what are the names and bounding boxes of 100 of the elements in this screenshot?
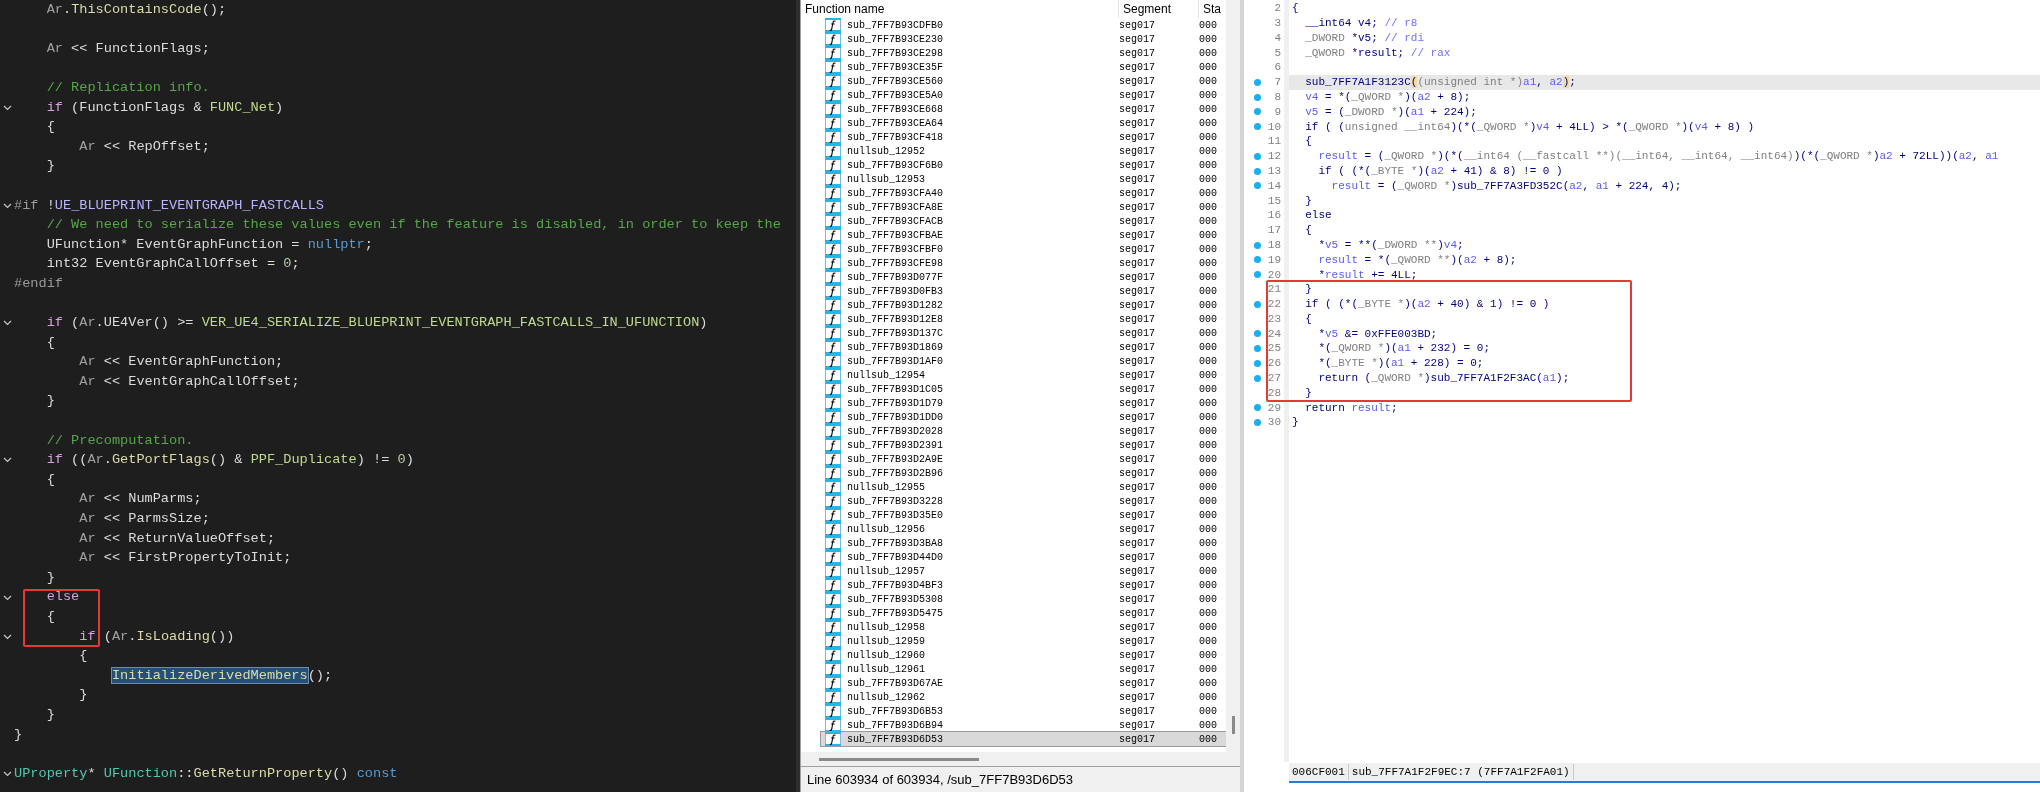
- fold-icon[interactable]: [2, 104, 12, 111]
- function-row[interactable]: sub_7FF7B93CF6B0 seg017 000: [821, 158, 1226, 172]
- function-row[interactable]: sub_7FF7B93D6B94 seg017 000: [821, 718, 1226, 732]
- line-number: 3: [1274, 15, 1281, 31]
- function-row[interactable]: sub_7FF7B93CE668 seg017 000: [821, 102, 1226, 116]
- function-row[interactable]: sub_7FF7B93D0FB3 seg017 000: [821, 284, 1226, 298]
- start-cell-text: 000: [1199, 648, 1217, 663]
- function-row[interactable]: sub_7FF7B93CE298 seg017 000: [821, 46, 1226, 60]
- function-icon: [825, 480, 841, 494]
- function-row[interactable]: sub_7FF7B93D1D79 seg017 000: [821, 396, 1226, 410]
- function-row[interactable]: sub_7FF7B93D12E8 seg017 000: [821, 312, 1226, 326]
- function-row[interactable]: sub_7FF7B93D1C05 seg017 000: [821, 382, 1226, 396]
- function-row[interactable]: sub_7FF7B93CE35F seg017 000: [821, 60, 1226, 74]
- function-row[interactable]: sub_7FF7B93D1869 seg017 000: [821, 340, 1226, 354]
- function-row[interactable]: nullsub_12959 seg017 000: [821, 634, 1226, 648]
- function-row[interactable]: sub_7FF7B93CFACB seg017 000: [821, 214, 1226, 228]
- function-row[interactable]: sub_7FF7B93CEA64 seg017 000: [821, 116, 1226, 130]
- function-row[interactable]: sub_7FF7B93D6B53 seg017 000: [821, 704, 1226, 718]
- line-number: 4: [1274, 30, 1281, 46]
- function-name: sub_7FF7B93D0FB3: [847, 284, 944, 299]
- code-line: }: [46, 392, 55, 411]
- function-name: sub_7FF7B93CE298: [847, 46, 944, 61]
- function-row[interactable]: sub_7FF7B93D5308 seg017 000: [821, 592, 1226, 606]
- function-row[interactable]: sub_7FF7B93D1AF0 seg017 000: [821, 354, 1226, 368]
- function-row[interactable]: sub_7FF7B93D1DD0 seg017 000: [821, 410, 1226, 424]
- function-row[interactable]: sub_7FF7B93CFBF0 seg017 000: [821, 242, 1226, 256]
- function-row[interactable]: sub_7FF7B93D077F seg017 000: [821, 270, 1226, 284]
- function-row[interactable]: sub_7FF7B93D6D53 seg017 000: [821, 732, 1226, 746]
- function-row[interactable]: nullsub_12953 seg017 000: [821, 172, 1226, 186]
- code-line: {: [79, 647, 88, 666]
- code-line: {: [1292, 1, 1299, 17]
- horizontal-scrollbar[interactable]: [801, 752, 1240, 766]
- function-row[interactable]: sub_7FF7B93D3228 seg017 000: [821, 494, 1226, 508]
- code-line: if ((Ar.GetPortFlags() & PPF_Duplicate) != 0): [46, 451, 414, 470]
- function-icon: [825, 186, 841, 200]
- segment-cell-text: seg017: [1119, 88, 1156, 103]
- line-number: 9: [1274, 104, 1281, 120]
- function-row[interactable]: sub_7FF7B93CE5A0 seg017 000: [821, 88, 1226, 102]
- function-row[interactable]: nullsub_12957 seg017 000: [821, 564, 1226, 578]
- fold-icon[interactable]: [2, 633, 12, 640]
- vertical-scrollbar[interactable]: [1226, 0, 1240, 752]
- scroll-thumb[interactable]: [1231, 716, 1235, 734]
- function-row[interactable]: sub_7FF7B93CFBAE seg017 000: [821, 228, 1226, 242]
- function-row[interactable]: sub_7FF7B93D67AE seg017 000: [821, 676, 1226, 690]
- function-name: nullsub_12956: [847, 522, 926, 537]
- function-icon: [825, 144, 841, 158]
- fold-icon[interactable]: [2, 594, 12, 601]
- function-row[interactable]: sub_7FF7B93D2B96 seg017 000: [821, 466, 1226, 480]
- segment-cell-text: seg017: [1119, 326, 1156, 341]
- fold-icon[interactable]: [2, 770, 12, 777]
- segment-cell-text: seg017: [1119, 606, 1156, 621]
- function-row[interactable]: sub_7FF7B93CFA40 seg017 000: [821, 186, 1226, 200]
- function-row[interactable]: nullsub_12954 seg017 000: [821, 368, 1226, 382]
- function-row[interactable]: nullsub_12955 seg017 000: [821, 480, 1226, 494]
- function-row[interactable]: sub_7FF7B93CE560 seg017 000: [821, 74, 1226, 88]
- function-icon: [825, 88, 841, 102]
- line-number: 30: [1267, 415, 1281, 431]
- code-line: Ar << EventGraphCallOffset;: [79, 372, 300, 391]
- function-row[interactable]: sub_7FF7B93D4BF3 seg017 000: [821, 578, 1226, 592]
- function-row[interactable]: sub_7FF7B93CFA8E seg017 000: [821, 200, 1226, 214]
- function-row[interactable]: nullsub_12958 seg017 000: [821, 620, 1226, 634]
- function-row[interactable]: nullsub_12962 seg017 000: [821, 690, 1226, 704]
- function-icon: [825, 732, 841, 746]
- function-row[interactable]: nullsub_12960 seg017 000: [821, 648, 1226, 662]
- column-header[interactable]: Sta: [1199, 0, 1224, 18]
- fold-icon[interactable]: [2, 457, 12, 464]
- function-row[interactable]: sub_7FF7B93D137C seg017 000: [821, 326, 1226, 340]
- code-line: if ( (*(_BYTE *)(a2 + 41) & 8) != 0 ): [1318, 163, 1563, 179]
- function-icon: [825, 158, 841, 172]
- function-row[interactable]: sub_7FF7B93D2391 seg017 000: [821, 438, 1226, 452]
- function-row[interactable]: sub_7FF7B93D35E0 seg017 000: [821, 508, 1226, 522]
- fold-icon[interactable]: [2, 320, 12, 327]
- function-icon: [825, 396, 841, 410]
- function-row[interactable]: nullsub_12956 seg017 000: [821, 522, 1226, 536]
- function-name: nullsub_12953: [847, 172, 926, 187]
- fold-icon[interactable]: [2, 202, 12, 209]
- segment-cell-text: seg017: [1119, 368, 1156, 383]
- function-row[interactable]: sub_7FF7B93D5475 seg017 000: [821, 606, 1226, 620]
- code-line: }: [1305, 385, 1312, 401]
- function-row[interactable]: nullsub_12952 seg017 000: [821, 144, 1226, 158]
- function-name: sub_7FF7B93D3228: [847, 494, 944, 509]
- function-row[interactable]: sub_7FF7B93CF418 seg017 000: [821, 130, 1226, 144]
- function-row[interactable]: sub_7FF7B93D44D0 seg017 000: [821, 550, 1226, 564]
- line-number: 25: [1267, 341, 1281, 357]
- start-cell-text: 000: [1199, 270, 1217, 285]
- line-number: 14: [1267, 178, 1281, 194]
- function-row[interactable]: sub_7FF7B93CFE98 seg017 000: [821, 256, 1226, 270]
- scroll-thumb[interactable]: [819, 757, 979, 761]
- function-row[interactable]: sub_7FF7B93D2A9E seg017 000: [821, 452, 1226, 466]
- function-row[interactable]: sub_7FF7B93D1282 seg017 000: [821, 298, 1226, 312]
- line-number: 16: [1267, 208, 1281, 224]
- function-row[interactable]: sub_7FF7B93CDFB0 seg017 000: [821, 18, 1226, 32]
- code-line: *result += 4LL;: [1318, 267, 1418, 283]
- function-row[interactable]: sub_7FF7B93D2028 seg017 000: [821, 424, 1226, 438]
- code-line: {: [46, 118, 55, 137]
- column-header[interactable]: Segment: [1119, 0, 1199, 18]
- function-row[interactable]: nullsub_12961 seg017 000: [821, 662, 1226, 676]
- function-row[interactable]: sub_7FF7B93D3BA8 seg017 000: [821, 536, 1226, 550]
- start-cell-text: 000: [1199, 256, 1217, 271]
- function-row[interactable]: sub_7FF7B93CE230 seg017 000: [821, 32, 1226, 46]
